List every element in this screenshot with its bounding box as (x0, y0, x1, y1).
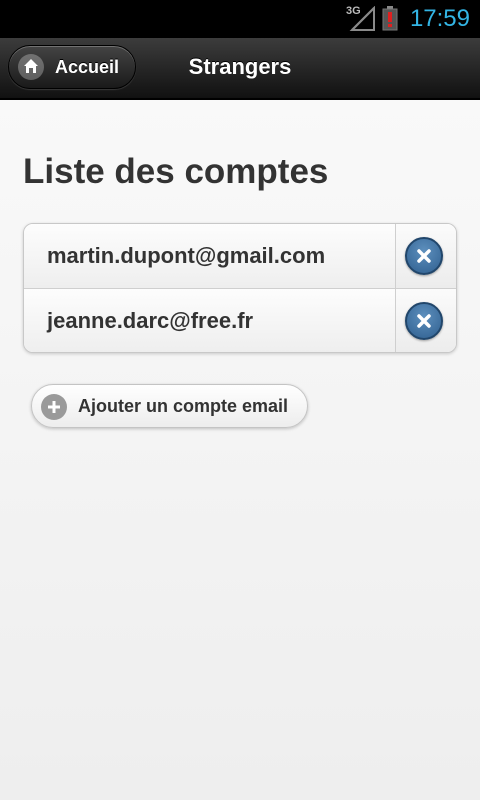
plus-icon (41, 394, 67, 420)
delete-account-button[interactable] (395, 289, 456, 352)
network-type: 3G (346, 5, 361, 17)
home-icon (18, 54, 44, 80)
page-title: Liste des comptes (23, 152, 329, 191)
add-account-label: Ajouter un compte email (78, 396, 289, 416)
delete-icon (405, 237, 443, 275)
account-email[interactable]: martin.dupont@gmail.com (47, 224, 325, 288)
page-header-title: Strangers (188, 54, 292, 79)
header-bar: Accueil Strangers (0, 38, 480, 100)
delete-account-button[interactable] (395, 224, 456, 288)
home-button-label: Accueil (55, 57, 120, 77)
battery-icon (382, 6, 398, 31)
account-list: martin.dupont@gmail.com jeanne.darc@free… (23, 223, 457, 353)
home-button[interactable]: Accueil (8, 45, 136, 89)
add-email-account-button[interactable]: Ajouter un compte email (31, 384, 308, 428)
account-email[interactable]: jeanne.darc@free.fr (47, 289, 253, 352)
account-row: jeanne.darc@free.fr (24, 288, 456, 352)
status-bar: 3G 17:59 (0, 0, 480, 38)
delete-icon (405, 302, 443, 340)
main-content: Liste des comptes martin.dupont@gmail.co… (0, 100, 480, 800)
status-time: 17:59 (409, 5, 470, 32)
account-row: martin.dupont@gmail.com (24, 224, 456, 288)
